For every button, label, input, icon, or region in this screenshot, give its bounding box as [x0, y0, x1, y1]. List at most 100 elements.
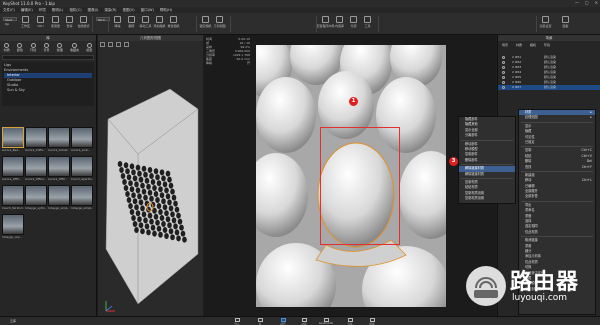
egg-model[interactable]: [171, 194, 177, 201]
egg-model[interactable]: [147, 189, 153, 196]
tab-models[interactable]: 模型: [86, 42, 92, 52]
tab-backplates[interactable]: 背景: [43, 42, 49, 52]
view-tool-icon[interactable]: [124, 42, 129, 47]
egg-model[interactable]: [176, 235, 181, 242]
menu-window[interactable]: 窗口(W): [141, 8, 154, 13]
egg-model[interactable]: [135, 187, 141, 194]
egg-model[interactable]: [152, 230, 157, 237]
egg-model[interactable]: [146, 183, 151, 190]
egg-model[interactable]: [126, 174, 132, 181]
environment-thumbnail[interactable]: Inhaygo_simp..: [48, 185, 70, 213]
bottom-button-animation[interactable]: 动画: [296, 317, 312, 325]
egg-model[interactable]: [149, 173, 154, 179]
environment-thumbnail[interactable]: Aurora_Livin..: [71, 127, 93, 155]
egg-model[interactable]: [170, 188, 175, 195]
environment-thumbnail[interactable]: Aurora_Offic..: [2, 156, 24, 184]
visibility-eye-icon[interactable]: [502, 76, 505, 79]
ribbon-button-camera-lock[interactable]: 锁定相机: [200, 16, 212, 32]
egg-model[interactable]: [137, 216, 142, 223]
egg-model[interactable]: [137, 170, 142, 177]
egg-model[interactable]: [162, 181, 168, 188]
tab-camera[interactable]: 相机: [530, 43, 536, 47]
maximize-button[interactable]: □: [585, 0, 589, 5]
egg-model[interactable]: [182, 236, 187, 243]
environment-thumbnail[interactable]: Inhaygo_sytm..: [25, 185, 47, 213]
ribbon-button-performance[interactable]: 性能模式: [78, 16, 90, 32]
environment-thumbnail[interactable]: Aurora_Indust..: [48, 127, 70, 155]
egg-model[interactable]: [164, 210, 169, 217]
egg-model[interactable]: [149, 218, 154, 225]
egg-model[interactable]: [132, 221, 138, 227]
menu-environment[interactable]: 环境: [39, 8, 46, 13]
egg-model[interactable]: [174, 229, 180, 236]
egg-model[interactable]: [135, 164, 141, 171]
egg-model[interactable]: [158, 231, 163, 238]
ribbon-button-pause[interactable]: 暂停: [64, 16, 75, 32]
visibility-eye-icon[interactable]: [502, 81, 505, 84]
environment-thumbnail[interactable]: Inhaygo_unp..: [2, 214, 24, 242]
context-menu-item[interactable]: 仅此材质: [519, 230, 595, 235]
bottom-button-library[interactable]: 库: [252, 317, 268, 325]
egg-model[interactable]: [147, 167, 153, 173]
egg-model[interactable]: [170, 234, 175, 241]
tab-textures[interactable]: 纹理: [57, 42, 63, 52]
egg-model[interactable]: [176, 212, 181, 219]
egg-model[interactable]: [144, 223, 150, 230]
egg-model[interactable]: [153, 191, 159, 197]
egg-model[interactable]: [138, 222, 144, 229]
tab-scene[interactable]: 场景: [502, 43, 508, 47]
egg-model[interactable]: [129, 186, 135, 193]
egg-model[interactable]: [128, 180, 133, 187]
minimize-button[interactable]: —: [575, 0, 579, 5]
ribbon-button-camera-add[interactable]: 添加相机: [154, 16, 166, 32]
egg-model[interactable]: [177, 218, 183, 225]
bottom-button-screenshot[interactable]: 截屏: [364, 317, 380, 325]
egg-model[interactable]: [156, 180, 162, 187]
egg-model[interactable]: [141, 211, 147, 218]
environment-thumbnail[interactable]: Couch_Skrimm..: [2, 185, 24, 213]
egg-model[interactable]: [155, 197, 160, 203]
egg-model[interactable]: [122, 179, 127, 185]
tab-environment[interactable]: 环境: [544, 43, 550, 47]
egg-model[interactable]: [123, 185, 129, 191]
tree-item[interactable]: Sun & Sky: [4, 88, 92, 93]
egg-model[interactable]: [117, 161, 123, 167]
egg-model[interactable]: [161, 221, 166, 227]
environment-thumbnail[interactable]: Inhaygo_simpl..: [71, 185, 93, 213]
egg-model[interactable]: [134, 227, 139, 233]
egg-model[interactable]: [174, 206, 180, 213]
egg-model[interactable]: [167, 199, 172, 206]
egg-model[interactable]: [146, 229, 151, 236]
egg-model[interactable]: [120, 173, 126, 179]
environment-thumbnail[interactable]: Aurora_Coffe..: [25, 127, 47, 155]
ribbon-button-render-settings[interactable]: 渲染设置: [540, 16, 552, 32]
tab-environments[interactable]: 环境: [30, 42, 36, 52]
scene-tree-row[interactable]: 2 #67 默认渲染: [498, 85, 600, 90]
egg-model[interactable]: [161, 175, 166, 182]
cloud-library-label[interactable]: 云库: [10, 319, 16, 323]
egg-model[interactable]: [126, 197, 132, 203]
egg-model[interactable]: [149, 195, 154, 202]
ribbon-button-workspace[interactable]: 工作区: [20, 16, 31, 32]
egg-model[interactable]: [156, 203, 162, 209]
egg-model[interactable]: [140, 182, 145, 189]
context-menu-item[interactable]: 纹理贴图 ▸: [519, 115, 595, 120]
ribbon-button-light[interactable]: 光源: [348, 16, 359, 32]
egg-model[interactable]: [173, 223, 178, 230]
egg-model[interactable]: [165, 170, 171, 177]
egg-model[interactable]: [129, 163, 135, 170]
egg-model[interactable]: [153, 168, 159, 175]
context-menu-item[interactable]: 解除链接材质: [459, 172, 515, 177]
egg-model[interactable]: [119, 167, 124, 173]
egg-model[interactable]: [165, 193, 171, 200]
egg-model[interactable]: [159, 215, 165, 221]
egg-model[interactable]: [159, 169, 165, 176]
ribbon-button-geometry-view[interactable]: 几何视图: [214, 16, 226, 32]
egg-model[interactable]: [138, 176, 144, 183]
egg-model[interactable]: [162, 227, 168, 233]
egg-model[interactable]: [138, 199, 144, 206]
menu-camera[interactable]: 相机(C): [69, 8, 81, 13]
menu-view[interactable]: 视图(V): [123, 8, 135, 13]
egg-model[interactable]: [179, 224, 184, 231]
egg-model[interactable]: [140, 205, 145, 212]
